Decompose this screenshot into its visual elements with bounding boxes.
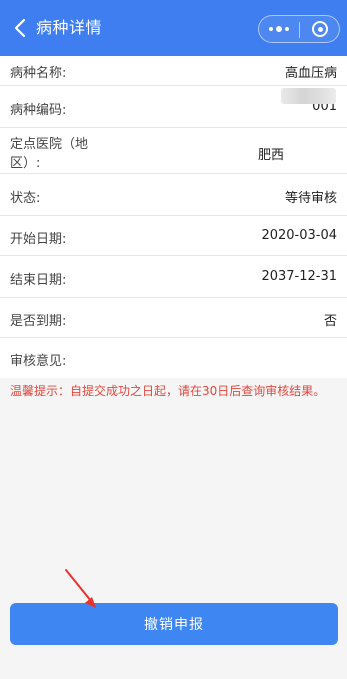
target-close-icon (312, 21, 328, 37)
field-value: 2037-12-31 (261, 269, 337, 284)
list-item-expired: 是否到期: 否 (0, 298, 347, 338)
field-value: 高血压病 (284, 66, 337, 81)
field-label: 结束日期: (10, 273, 67, 288)
more-dot-center (276, 26, 282, 32)
field-label: 病种名称: (10, 66, 67, 81)
warm-tip: 温馨提示：自提交成功之日起，请在30日后查询审核结果。 (10, 384, 326, 398)
list-item-end-date: 结束日期: 2037-12-31 (0, 256, 347, 298)
more-button[interactable] (259, 16, 299, 42)
list-item-hospital: 定点医院（地 区）: 肥西 (0, 128, 347, 174)
page-title: 病种详情 (36, 18, 103, 37)
field-value: 肥西 (257, 148, 284, 163)
field-label-line2: 区）: (10, 156, 41, 171)
back-button[interactable] (8, 14, 32, 42)
field-label: 状态: (10, 191, 41, 206)
list-item-start-date: 开始日期: 2020-03-04 (0, 216, 347, 256)
more-dot-right (285, 27, 289, 31)
chevron-left-icon (14, 18, 26, 38)
field-value: 2020-03-04 (261, 228, 337, 243)
more-dots-icon (269, 27, 273, 31)
detail-list: 病种名称: 高血压病 病种编码: 001 定点医院（地 区）: 肥西 状态: 等… (0, 56, 347, 378)
field-label: 是否到期: (10, 314, 67, 329)
status-value: 等待审核 (284, 191, 337, 206)
redacted-text (281, 88, 336, 104)
cancel-declaration-button[interactable]: 撤销申报 (10, 603, 338, 645)
nav-bar: 病种详情 (0, 0, 347, 56)
list-item-status: 状态: 等待审核 (0, 174, 347, 216)
field-label-line1: 定点医院（地 (10, 137, 89, 152)
field-value: 否 (323, 314, 337, 329)
field-label: 审核意见: (10, 354, 67, 369)
mini-program-capsule (258, 15, 340, 43)
field-label: 病种编码: (10, 103, 67, 118)
field-label: 开始日期: (10, 232, 67, 247)
target-close-icon-center (317, 26, 323, 32)
close-button[interactable] (300, 16, 340, 42)
list-item-disease-name: 病种名称: 高血压病 (0, 56, 347, 86)
list-item-review-opinion: 审核意见: (0, 338, 347, 378)
